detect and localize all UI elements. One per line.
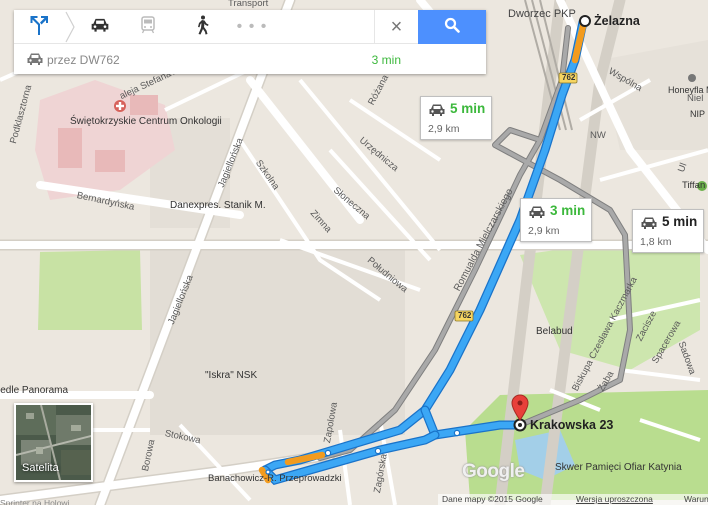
transit-icon bbox=[140, 15, 156, 39]
car-icon bbox=[26, 52, 44, 71]
google-logo: Google bbox=[462, 461, 525, 482]
car-icon bbox=[90, 17, 110, 38]
transit-mode-button[interactable] bbox=[126, 10, 170, 44]
satellite-toggle[interactable]: Satelita bbox=[14, 403, 93, 482]
simplified-version-link[interactable]: Wersja uproszczona bbox=[576, 494, 653, 504]
route-option-distance: 1,8 km bbox=[640, 236, 672, 248]
poi-label[interactable]: Banachowicz-R. Przeprowadzki bbox=[208, 473, 342, 485]
route-via-text: przez DW762 bbox=[47, 53, 120, 67]
directions-icon bbox=[29, 14, 49, 41]
park-area bbox=[38, 250, 142, 330]
walking-icon bbox=[195, 15, 209, 40]
poi-label[interactable]: Tiffan bbox=[682, 180, 705, 192]
chevron-separator-icon bbox=[65, 11, 75, 43]
route-option-time: 3 min bbox=[550, 203, 586, 218]
poi-label[interactable]: Danexpres. Stanik M. bbox=[170, 200, 266, 212]
route-option-distance: 2,9 km bbox=[528, 225, 560, 237]
route-option-time: 5 min bbox=[662, 214, 698, 229]
route-option-time: 5 min bbox=[450, 101, 486, 116]
search-icon bbox=[444, 17, 460, 38]
more-modes-button[interactable]: • • • bbox=[230, 10, 274, 44]
car-mode-button[interactable] bbox=[78, 10, 122, 44]
route-option-callout[interactable]: 5 min 1,8 km bbox=[632, 209, 704, 253]
start-label[interactable]: Żelazna bbox=[594, 14, 640, 28]
poi-label[interactable]: Sprinter na Holowi... bbox=[0, 497, 77, 505]
map-canvas[interactable]: 762 762 Transport Dworzec PKP Podklaszto… bbox=[0, 0, 708, 505]
travel-mode-bar: • • • × bbox=[14, 10, 486, 44]
map-data-attribution: Dane mapy ©2015 Google bbox=[442, 494, 543, 504]
poi-hospital-label[interactable]: Świętokrzyskie Centrum Onkologii bbox=[70, 116, 222, 128]
directions-mode-button[interactable] bbox=[14, 10, 64, 44]
route-summary-row[interactable]: przez DW762 3 min bbox=[14, 45, 486, 74]
route-option-callout[interactable]: 3 min 2,9 km bbox=[520, 198, 592, 242]
route-shield bbox=[454, 310, 474, 322]
route-shield bbox=[558, 72, 578, 84]
start-marker bbox=[579, 15, 591, 27]
poi-park-label[interactable]: Skwer Pamięci Ofiar Katynia bbox=[555, 462, 682, 474]
route-option-callout[interactable]: 5 min 2,9 km bbox=[420, 96, 492, 140]
car-icon bbox=[528, 205, 546, 224]
poi-label[interactable]: Honeyfla Maciej Ś bbox=[668, 84, 708, 96]
poi-label[interactable]: NIP bbox=[690, 108, 705, 120]
route-duration: 3 min bbox=[371, 53, 401, 67]
car-icon bbox=[428, 103, 446, 122]
poi-label[interactable]: Belabud bbox=[536, 326, 573, 338]
walk-mode-button[interactable] bbox=[180, 10, 224, 44]
route-option-distance: 2,9 km bbox=[428, 123, 460, 135]
terms-link[interactable]: Warun bbox=[684, 494, 708, 504]
directions-panel: • • • × przez DW762 3 min bbox=[14, 10, 486, 74]
close-button[interactable]: × bbox=[374, 10, 418, 44]
car-icon bbox=[640, 216, 658, 235]
poi-label[interactable]: "Iskra" NSK bbox=[205, 370, 257, 382]
destination-label[interactable]: Krakowska 23 bbox=[530, 418, 613, 432]
satellite-label: Satelita bbox=[22, 462, 59, 474]
poi-icon bbox=[688, 74, 696, 82]
poi-label[interactable]: iedle Panorama bbox=[0, 385, 68, 397]
search-button[interactable] bbox=[418, 10, 486, 44]
map-footer: Dane mapy ©2015 Google Wersja uproszczon… bbox=[438, 494, 708, 505]
